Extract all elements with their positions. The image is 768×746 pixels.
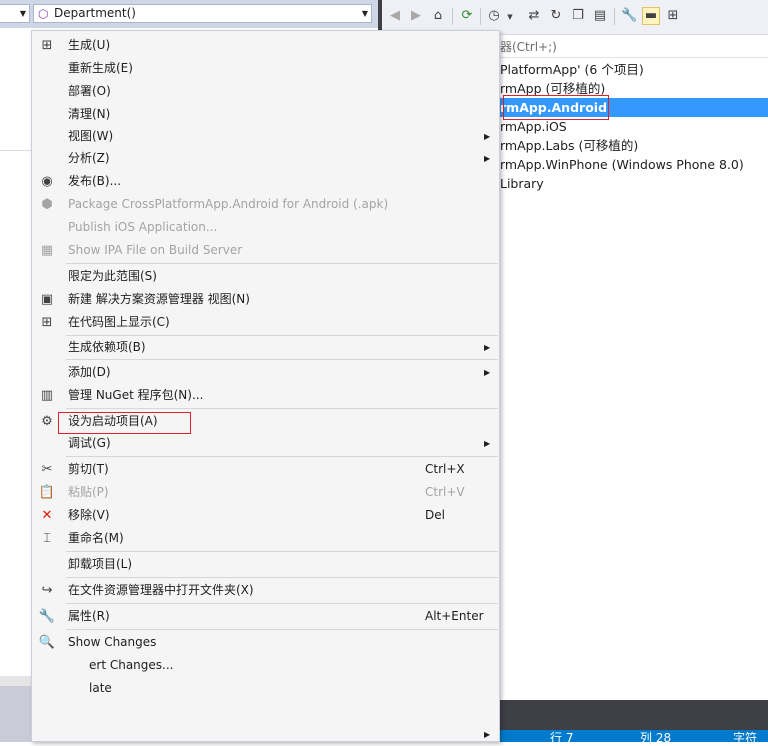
submenu-arrow-icon: ▶: [484, 343, 491, 352]
status-col: 列 28: [640, 731, 672, 742]
submenu-arrow-icon: ▶: [484, 730, 491, 739]
menu-item-new-view[interactable]: ▣ 新建 解决方案资源管理器 视图(N): [32, 288, 499, 311]
search-placeholder: 器(Ctrl+;): [500, 40, 557, 54]
status-char: 字符 2: [733, 731, 758, 742]
menu-item-package-apk[interactable]: ⬢ Package CrossPlatformApp.Android for An…: [32, 193, 499, 216]
menu-item-paste[interactable]: 📋 粘贴(P) Ctrl+V: [32, 481, 499, 504]
new-view-icon: ▣: [40, 292, 54, 307]
server-icon: ▦: [40, 243, 54, 258]
menu-item-cut[interactable]: ✂ 剪切(T) Ctrl+X: [32, 458, 499, 481]
gear-icon: ⚙: [41, 414, 53, 429]
menu-item-show-ipa[interactable]: ▦ Show IPA File on Build Server: [32, 239, 499, 262]
package-icon: ⬢: [41, 197, 53, 212]
menu-item-analyze[interactable]: 分析(Z) ▶: [32, 147, 499, 170]
menu-item-nuget[interactable]: ▥ 管理 NuGet 程序包(N)...: [32, 384, 499, 407]
menu-item-unload[interactable]: 卸载项目(L): [32, 553, 499, 576]
menu-item-build-deps[interactable]: 生成依赖项(B) ▶: [32, 336, 499, 359]
paste-icon: 📋: [38, 485, 56, 500]
menu-item-code-map[interactable]: ⊞ 在代码图上显示(C): [32, 311, 499, 334]
rename-icon: ⌶: [43, 531, 51, 546]
show-all-icon[interactable]: ▤: [592, 8, 608, 24]
menu-item-add[interactable]: 添加(D) ▶: [32, 361, 499, 384]
status-bar: 行 7 列 28 字符 2: [500, 730, 768, 742]
chevron-down-icon[interactable]: ▼: [502, 8, 518, 24]
menu-item-clean[interactable]: 清理(N): [32, 103, 499, 126]
build-icon: ⊞: [41, 38, 53, 53]
submenu-arrow-icon: ▶: [484, 154, 491, 163]
properties-icon[interactable]: 🔧: [621, 8, 637, 24]
code-map-icon: ⊞: [41, 315, 53, 330]
back-icon[interactable]: ◀: [387, 8, 403, 24]
method-combo-text: Department(): [54, 6, 136, 20]
menu-item-publish[interactable]: ◉ 发布(B)...: [32, 170, 499, 193]
sync-icon[interactable]: ⟳: [459, 8, 475, 24]
menu-separator: [66, 359, 498, 360]
menu-item-properties[interactable]: 🔧 属性(R) Alt+Enter: [32, 605, 499, 628]
menu-item-debug[interactable]: 调试(G) ▶: [32, 432, 499, 455]
menu-item-more[interactable]: ▶: [32, 723, 499, 746]
submenu-arrow-icon: ▶: [484, 439, 491, 448]
menu-item-open-folder[interactable]: ↪ 在文件资源管理器中打开文件夹(X): [32, 579, 499, 602]
wrench-icon: 🔧: [38, 609, 56, 624]
highlight-box-set-startup: [58, 412, 191, 434]
method-icon: ⬡: [38, 7, 49, 21]
forward-icon[interactable]: ▶: [408, 8, 424, 24]
menu-item-rename[interactable]: ⌶ 重命名(M): [32, 527, 499, 550]
preview-icon[interactable]: ▬: [642, 7, 660, 25]
chevron-down-icon: ▼: [19, 9, 26, 18]
history-icon[interactable]: ◷: [486, 8, 502, 24]
menu-item-show-changes[interactable]: 🔍 Show Changes: [32, 631, 499, 654]
type-combo[interactable]: ▼: [0, 4, 30, 23]
submenu-arrow-icon: ▶: [484, 132, 491, 141]
status-line: 行 7: [550, 731, 574, 742]
switch-icon[interactable]: ⇄: [526, 8, 542, 24]
method-combo[interactable]: ⬡ Department() ▼: [33, 4, 372, 23]
context-menu: ⊞ 生成(U) 重新生成(E) 部署(O) 清理(N) 视图(W) ▶ 分析(Z) ▶…: [31, 30, 500, 742]
show-changes-icon: 🔍: [38, 635, 56, 650]
menu-item-update[interactable]: late: [32, 677, 499, 700]
menu-separator: [66, 629, 498, 630]
menu-separator: [66, 603, 498, 604]
chevron-down-icon: ▼: [361, 9, 368, 18]
menu-item-revert-changes[interactable]: ert Changes...: [32, 654, 499, 677]
editor-scroll-area: [0, 676, 32, 686]
class-diagram-icon[interactable]: ⊞: [665, 8, 681, 24]
menu-item-view[interactable]: 视图(W) ▶: [32, 125, 499, 148]
editor-navigation-bar: ▼ ⬡ Department() ▼: [0, 0, 378, 28]
menu-item-build[interactable]: ⊞ 生成(U): [32, 34, 499, 57]
submenu-arrow-icon: ▶: [484, 368, 491, 377]
home-icon[interactable]: ⌂: [430, 8, 446, 24]
menu-separator: [66, 456, 498, 457]
menu-separator: [66, 551, 498, 552]
status-panel: [500, 700, 768, 730]
editor-divider: [0, 150, 32, 151]
nuget-icon: ▥: [40, 388, 54, 403]
menu-separator: [66, 263, 498, 264]
open-folder-icon: ↪: [41, 583, 53, 598]
menu-separator: [66, 408, 498, 409]
highlight-box-android: [503, 95, 609, 120]
menu-item-rebuild[interactable]: 重新生成(E): [32, 57, 499, 80]
cut-icon: ✂: [41, 462, 53, 477]
collapse-icon[interactable]: ❐: [570, 8, 586, 24]
remove-icon: ✕: [41, 508, 53, 523]
menu-item-scope[interactable]: 限定为此范围(S): [32, 265, 499, 288]
editor-bottom-panel: [0, 686, 32, 742]
menu-separator: [66, 577, 498, 578]
refresh-icon[interactable]: ↻: [548, 8, 564, 24]
menu-item-deploy[interactable]: 部署(O): [32, 80, 499, 103]
publish-icon: ◉: [41, 174, 53, 189]
menu-item-remove[interactable]: ✕ 移除(V) Del: [32, 504, 499, 527]
menu-item-publish-ios[interactable]: Publish iOS Application...: [32, 216, 499, 239]
